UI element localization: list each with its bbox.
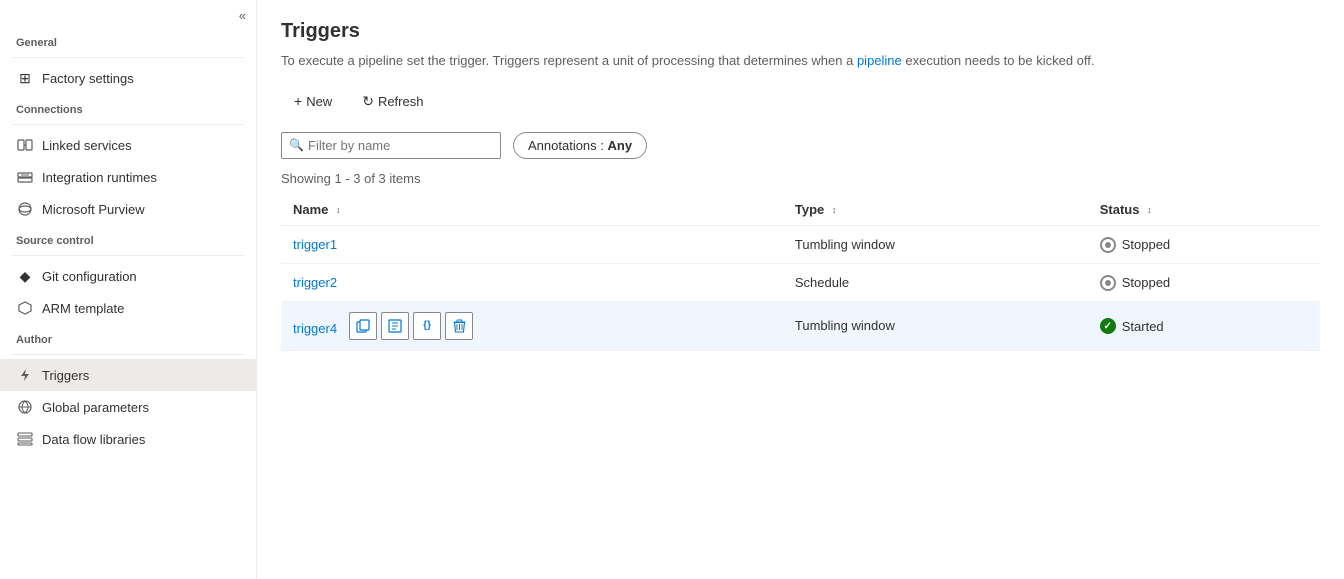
sidebar-item-triggers[interactable]: Triggers [0,359,256,391]
section-label-connections: Connections [0,94,256,120]
annotations-filter-button[interactable]: Annotations : Any [513,132,647,159]
trigger-name-cell: trigger1 [281,225,783,263]
filter-input[interactable] [281,132,501,159]
col-name: Name ↕ [281,194,783,226]
table-row: trigger1 Tumbling window Stopped [281,225,1320,263]
sidebar-item-label: Microsoft Purview [42,202,145,217]
trigger-status-cell: Stopped [1088,263,1320,301]
status-dot [1100,275,1116,291]
trigger-status-cell: Started [1088,301,1320,350]
section-label-author: Author [0,324,256,350]
sidebar: « General ⊞ Factory settings Connections… [0,0,257,579]
trigger-link[interactable]: trigger2 [293,275,337,290]
divider-general [12,57,244,58]
toolbar: + New ↻ Refresh [281,87,1320,116]
status-sort-icon[interactable]: ↕ [1147,205,1152,215]
section-label-general: General [0,27,256,53]
status-badge: Stopped [1100,275,1170,291]
row-actions: {} [349,312,473,340]
trigger-type-cell: Tumbling window [783,301,1088,350]
trigger-name-cell: trigger4 {} [281,301,783,350]
sidebar-item-label: Factory settings [42,71,134,86]
page-description: To execute a pipeline set the trigger. T… [281,51,1181,71]
showing-label: Showing 1 - 3 of 3 items [281,171,1320,186]
sidebar-item-label: Git configuration [42,269,137,284]
refresh-button[interactable]: ↻ Refresh [349,87,436,116]
new-label: New [306,94,332,109]
divider-author [12,354,244,355]
filter-bar: 🔍 Annotations : Any [281,132,1320,159]
name-sort-icon[interactable]: ↕ [336,205,341,215]
new-button[interactable]: + New [281,87,345,115]
sidebar-item-label: Triggers [42,368,89,383]
main-content: Triggers To execute a pipeline set the t… [257,0,1344,579]
trigger-link[interactable]: trigger1 [293,237,337,252]
sidebar-item-label: Global parameters [42,400,149,415]
table-row: trigger2 Schedule Stopped [281,263,1320,301]
sidebar-item-label: Data flow libraries [42,432,145,447]
copy-button[interactable] [349,312,377,340]
status-badge: Stopped [1100,237,1170,253]
json-button[interactable]: {} [413,312,441,340]
sidebar-item-arm-template[interactable]: ARM template [0,292,256,324]
col-status: Status ↕ [1088,194,1320,226]
trigger-link[interactable]: trigger4 [293,321,337,336]
filter-input-wrap: 🔍 [281,132,501,159]
refresh-icon: ↻ [362,93,374,110]
type-sort-icon[interactable]: ↕ [832,205,837,215]
global-params-icon [16,398,34,416]
sidebar-item-git-configuration[interactable]: ◆ Git configuration [0,260,256,292]
sidebar-item-integration-runtimes[interactable]: Integration runtimes [0,161,256,193]
status-text: Started [1122,319,1164,334]
plus-icon: + [294,93,302,109]
triggers-icon [16,366,34,384]
status-dot [1100,237,1116,253]
sidebar-item-label: Integration runtimes [42,170,157,185]
data-flow-icon [16,430,34,448]
sidebar-item-label: Linked services [42,138,132,153]
sidebar-item-label: ARM template [42,301,124,316]
page-title: Triggers [281,20,1320,43]
table-row: trigger4 {} Tumbling window Started [281,301,1320,350]
git-icon: ◆ [16,267,34,285]
search-icon: 🔍 [289,138,304,152]
trigger-type-cell: Tumbling window [783,225,1088,263]
factory-settings-icon: ⊞ [16,69,34,87]
status-text: Stopped [1122,237,1170,252]
arm-icon [16,299,34,317]
annotations-value: Any [608,138,633,153]
refresh-label: Refresh [378,94,424,109]
triggers-table: Name ↕ Type ↕ Status ↕ trigger1 Tumbling … [281,194,1320,351]
section-label-source-control: Source control [0,225,256,251]
sidebar-item-linked-services[interactable]: Linked services [0,129,256,161]
collapse-button[interactable]: « [0,0,256,27]
trigger-name-cell: trigger2 [281,263,783,301]
divider-connections [12,124,244,125]
divider-source-control [12,255,244,256]
sidebar-item-global-parameters[interactable]: Global parameters [0,391,256,423]
delete-button[interactable] [445,312,473,340]
sidebar-item-data-flow-libraries[interactable]: Data flow libraries [0,423,256,455]
integration-icon [16,168,34,186]
trigger-type-cell: Schedule [783,263,1088,301]
annotations-label: Annotations [528,138,597,153]
clone-button[interactable] [381,312,409,340]
trigger-status-cell: Stopped [1088,225,1320,263]
status-text: Stopped [1122,275,1170,290]
sidebar-item-microsoft-purview[interactable]: Microsoft Purview [0,193,256,225]
link-icon [16,136,34,154]
status-badge: Started [1100,318,1164,334]
table-header-row: Name ↕ Type ↕ Status ↕ [281,194,1320,226]
col-type: Type ↕ [783,194,1088,226]
sidebar-item-factory-settings[interactable]: ⊞ Factory settings [0,62,256,94]
purview-icon [16,200,34,218]
status-dot [1100,318,1116,334]
